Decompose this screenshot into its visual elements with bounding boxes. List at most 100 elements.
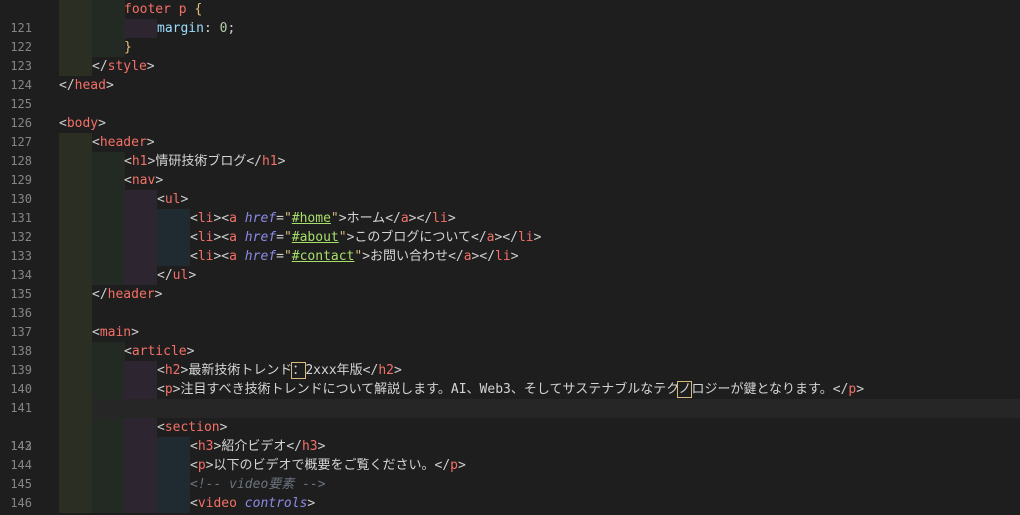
code-line[interactable]: 130 <nav>	[0, 171, 1020, 206]
code-line[interactable]: 132 <li><a href="#home">ホーム</a></li>	[0, 209, 1020, 244]
indent-guide	[157, 475, 190, 494]
code-text: <li><a href="#contact">お問い合わせ</a></li>	[190, 249, 519, 264]
code-editor[interactable]: 121 footer p { 122 margin: 0; 123 } 124 …	[0, 0, 1020, 515]
indent-guide	[59, 304, 92, 323]
indent-guide	[59, 475, 92, 494]
indent-guide	[92, 190, 125, 209]
code-text: <main>	[92, 325, 139, 340]
code-line[interactable]: 121 footer p {	[0, 0, 1020, 35]
code-line[interactable]: 123 }	[0, 38, 1020, 73]
code-text: }	[124, 40, 132, 55]
code-line[interactable]: 131 <ul>	[0, 190, 1020, 225]
indent-guide	[92, 361, 125, 380]
indent-guide	[59, 0, 92, 19]
indent-guide	[92, 380, 125, 399]
code-text: </head>	[59, 78, 114, 93]
code-text: footer p {	[124, 2, 203, 17]
indent-guide	[59, 285, 92, 304]
code-line[interactable]: 133 <li><a href="#about">このブログについて</a></…	[0, 228, 1020, 263]
indent-guide	[59, 266, 92, 285]
code-line[interactable]: 127 <body>	[0, 114, 1020, 149]
code-text: <body>	[59, 116, 106, 131]
indent-guide	[59, 209, 92, 228]
code-line[interactable]: 136 </header>	[0, 285, 1020, 320]
indent-guide	[157, 437, 190, 456]
code-line[interactable]: 129 <h1>情研技術ブログ</h1>	[0, 152, 1020, 187]
indent-guide	[92, 437, 125, 456]
indent-guide	[59, 456, 92, 475]
indent-guide	[124, 380, 157, 399]
indent-guide	[157, 228, 190, 247]
link-href[interactable]: #contact	[292, 249, 355, 264]
indent-guide	[59, 418, 92, 437]
code-line-current[interactable]: 142	[0, 399, 1020, 453]
indent-guide	[124, 418, 157, 437]
code-text: <section>	[157, 420, 228, 435]
highlighted-char: ：	[291, 362, 307, 379]
indent-guide	[124, 228, 157, 247]
indent-guide	[157, 456, 190, 475]
code-text: <video controls>	[190, 496, 316, 511]
indent-guide	[92, 0, 125, 19]
code-line[interactable]: 124 </style>	[0, 57, 1020, 92]
indent-guide	[124, 494, 157, 513]
code-text: </ul>	[157, 268, 197, 283]
code-line[interactable]: 135 </ul>	[0, 266, 1020, 301]
indent-guide	[59, 494, 92, 513]
code-line[interactable]: 141 <p>注目すべき技術トレンドについて解説します。AI、Web3、そしてサ…	[0, 380, 1020, 415]
code-line[interactable]: 140 <h2>最新技術トレンド：2xxx年版</h2>	[0, 361, 1020, 396]
code-text: <nav>	[124, 173, 164, 188]
code-line[interactable]: 134 <li><a href="#contact">お問い合わせ</a></l…	[0, 247, 1020, 282]
code-line[interactable]: 125 </head>	[0, 76, 1020, 111]
code-line[interactable]: 126	[0, 95, 1020, 130]
code-line[interactable]: 144 <h3>紹介ビデオ</h3>	[0, 437, 1020, 472]
indent-guide	[92, 152, 125, 171]
code-text: margin: 0;	[157, 21, 236, 36]
indent-guide	[92, 475, 125, 494]
link-href[interactable]: #about	[292, 230, 339, 245]
indent-guide	[59, 361, 92, 380]
current-line-highlight	[59, 399, 1020, 418]
indent-guide	[124, 266, 157, 285]
indent-guide	[92, 266, 125, 285]
code-text: </style>	[92, 59, 155, 74]
indent-guide	[157, 247, 190, 266]
indent-guide	[157, 209, 190, 228]
code-line[interactable]: 122 margin: 0;	[0, 19, 1020, 54]
indent-guide	[59, 228, 92, 247]
indent-guide	[59, 190, 92, 209]
indent-guide	[124, 456, 157, 475]
code-text: <p>注目すべき技術トレンドについて解説します。AI、Web3、そしてサステナブ…	[157, 381, 865, 398]
code-line[interactable]: 137	[0, 304, 1020, 339]
code-text: <h2>最新技術トレンド：2xxx年版</h2>	[157, 362, 402, 379]
highlighted-char: ノ	[677, 381, 693, 398]
code-line[interactable]: 145 <p>以下のビデオで概要をご覧ください。</p>	[0, 456, 1020, 491]
indent-guide	[92, 342, 125, 361]
code-line[interactable]: 146 <!-- video要素 -->	[0, 475, 1020, 510]
indent-guide	[59, 399, 92, 418]
indent-guide	[59, 437, 92, 456]
code-line[interactable]: 138 <main>	[0, 323, 1020, 358]
code-text: <ul>	[157, 192, 189, 207]
code-text: <header>	[92, 135, 155, 150]
indent-guide	[124, 475, 157, 494]
code-text: <li><a href="#home">ホーム</a></li>	[190, 211, 456, 226]
indent-guide	[157, 494, 190, 513]
indent-guide	[124, 361, 157, 380]
code-text: <h1>情研技術ブログ</h1>	[124, 154, 286, 169]
indent-guide	[124, 209, 157, 228]
indent-guide	[92, 418, 125, 437]
code-text: <article>	[124, 344, 195, 359]
indent-guide	[124, 190, 157, 209]
link-href[interactable]: #home	[292, 211, 331, 226]
indent-guide	[59, 323, 92, 342]
code-line[interactable]: 128 <header>	[0, 133, 1020, 168]
code-line[interactable]: 147 <video controls>	[0, 494, 1020, 513]
indent-guide	[59, 19, 92, 38]
indent-guide	[92, 494, 125, 513]
indent-guide	[124, 437, 157, 456]
code-text: <li><a href="#about">このブログについて</a></li>	[190, 230, 542, 245]
indent-guide	[124, 19, 157, 38]
code-line[interactable]: 143 <section>	[0, 418, 1020, 453]
code-line[interactable]: 139 <article>	[0, 342, 1020, 377]
